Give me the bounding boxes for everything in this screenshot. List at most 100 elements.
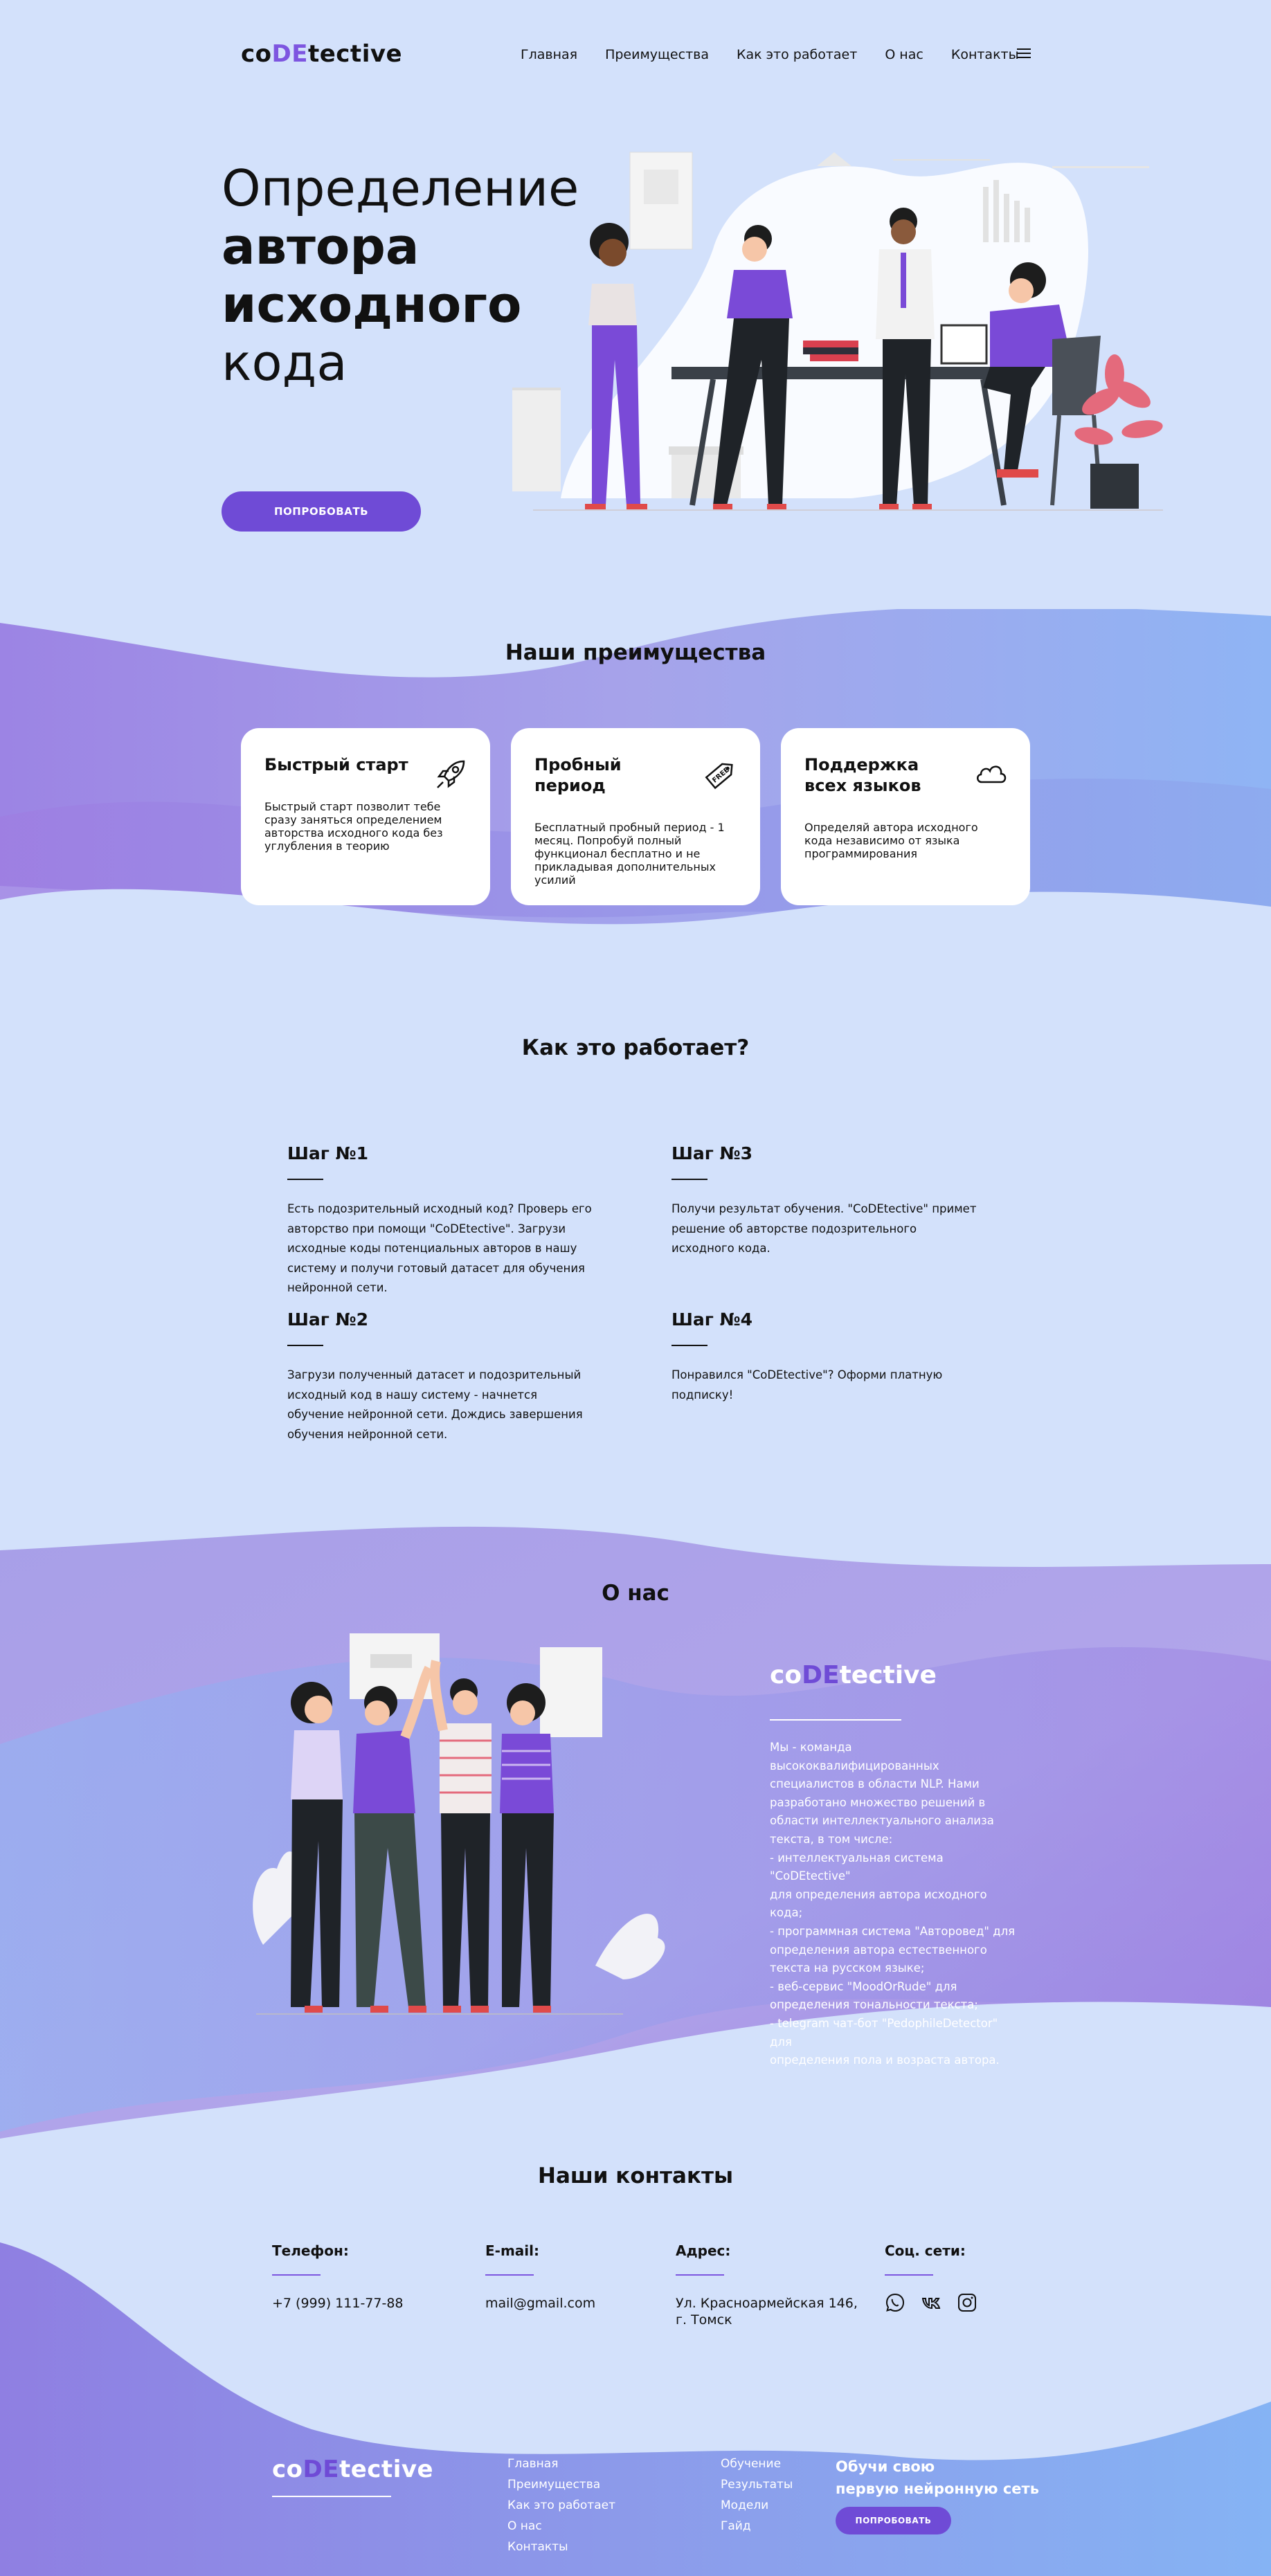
nav-link-about[interactable]: О нас — [885, 47, 923, 62]
cloud-icon — [977, 765, 1007, 783]
about-line: области интеллектуального анализа — [770, 1814, 994, 1828]
advantage-card-text: Бесплатный пробный период - 1 месяц. Поп… — [534, 821, 725, 887]
footer-link-advantages[interactable]: Преимущества — [507, 2474, 615, 2495]
about-line: для определения автора исходного кода; — [770, 1887, 987, 1920]
free-tag-icon: FREE — [705, 763, 733, 790]
footer-link-results[interactable]: Результаты — [721, 2474, 793, 2495]
about-divider — [770, 1719, 901, 1721]
footer-logo-divider — [272, 2496, 391, 2497]
logo-part-accent: DE — [802, 1661, 840, 1689]
step-block: Шаг №1 Есть подозрительный исходный код?… — [287, 1143, 595, 1298]
contact-divider — [885, 2274, 933, 2276]
logo-part: co — [241, 40, 272, 68]
whatsapp-icon[interactable] — [885, 2292, 905, 2313]
how-it-works-title: Как это работает? — [521, 1035, 750, 1060]
contact-divider — [676, 2274, 724, 2276]
nav-link-contacts[interactable]: Контакты — [951, 47, 1019, 62]
advantages-title: Наши преимущества — [505, 640, 766, 665]
main-nav: Главная Преимущества Как это работает О … — [521, 47, 1019, 62]
advantage-card: Поддержка всех языков Определяй автора и… — [781, 728, 1030, 905]
footer-cta-text: Обучи свою первую нейронную сеть — [836, 2456, 1039, 2500]
about-line: текста на русском языке; — [770, 1961, 925, 1975]
hero-try-button[interactable]: ПОПРОБОВАТЬ — [222, 491, 421, 532]
step-divider — [671, 1179, 707, 1180]
logo-part: tective — [307, 40, 403, 68]
step-title: Шаг №3 — [671, 1143, 752, 1163]
advantage-card-title: Поддержка всех языков — [804, 755, 921, 795]
rocket-icon — [437, 760, 465, 788]
instagram-icon[interactable] — [957, 2292, 977, 2313]
nav-link-how-it-works[interactable]: Как это работает — [737, 47, 857, 62]
contacts-title: Наши контакты — [538, 2164, 733, 2188]
logo-part-accent: DE — [271, 40, 308, 68]
step-text: Загрузи полученный датасет и подозритель… — [287, 1368, 583, 1441]
advantage-card-text: Определяй автора исходного кода независи… — [804, 821, 978, 860]
svg-text:FREE: FREE — [711, 766, 731, 785]
contact-label: Адрес: — [676, 2242, 731, 2259]
advantage-card-title: Быстрый старт — [264, 755, 408, 774]
contact-divider — [485, 2274, 534, 2276]
hero-team-illustration — [512, 152, 1163, 511]
logo-part: co — [272, 2456, 303, 2483]
step-block: Шаг №2 Загрузи полученный датасет и подо… — [287, 1309, 595, 1444]
about-team-illustration — [253, 1633, 665, 2015]
about-line: текста, в том числе: — [770, 1832, 893, 1846]
step-block: Шаг №3 Получи результат обучения. "CoDEt… — [671, 1143, 980, 1259]
about-line: разработано множество решений в — [770, 1795, 986, 1809]
footer-logo[interactable]: coDEtective — [272, 2456, 433, 2483]
step-text: Понравился "CoDEtective"? Оформи платную… — [671, 1368, 943, 1402]
about-line: определения автора естественного — [770, 1943, 987, 1957]
about-line: - программная система "Авторовед" для — [770, 1924, 1016, 1938]
menu-burger-icon[interactable] — [1017, 48, 1031, 58]
step-text: Получи результат обучения. "CoDEtective"… — [671, 1202, 977, 1255]
advantage-card-title: Пробный период — [534, 755, 622, 795]
site-logo[interactable]: coDEtective — [241, 40, 402, 68]
footer-wave-bg — [0, 2242, 1271, 2576]
footer-cta-line: Обучи свою — [836, 2458, 935, 2475]
step-divider — [671, 1345, 707, 1346]
footer-cta-line: первую нейронную сеть — [836, 2480, 1039, 2497]
footer-try-button[interactable]: ПОПРОБОВАТЬ — [836, 2507, 951, 2534]
contact-label: Соц. сети: — [885, 2242, 966, 2259]
footer-nav-col1: Главная Преимущества Как это работает О … — [507, 2453, 615, 2557]
step-divider — [287, 1179, 323, 1180]
advantage-card: Пробный период FREE Бесплатный пробный п… — [511, 728, 760, 905]
footer-link-contacts[interactable]: Контакты — [507, 2537, 615, 2557]
footer-link-how-it-works[interactable]: Как это работает — [507, 2495, 615, 2516]
email-link[interactable]: mail@gmail.com — [485, 2295, 595, 2312]
address-line: Ул. Красноармейская 146, — [676, 2296, 858, 2311]
about-line: Мы - команда высококвалифицированных — [770, 1741, 939, 1772]
logo-part: tective — [339, 2456, 434, 2483]
nav-link-home[interactable]: Главная — [521, 47, 577, 62]
about-line: определения тональности текста; — [770, 1998, 978, 2012]
about-line: - интеллектуальная система "CoDEtective" — [770, 1851, 944, 1883]
footer-link-training[interactable]: Обучение — [721, 2453, 793, 2474]
advantage-card-text: Быстрый старт позволит тебе сразу занять… — [264, 800, 443, 853]
about-text: Мы - команда высококвалифицированных спе… — [770, 1739, 1022, 2070]
about-line: - telegram чат-бот "PedophileDetector" д… — [770, 2016, 998, 2049]
contact-phone: Телефон: +7 (999) 111-77-88 — [272, 2242, 404, 2312]
nav-link-advantages[interactable]: Преимущества — [605, 47, 709, 62]
footer-link-home[interactable]: Главная — [507, 2453, 615, 2474]
contact-email: E-mail: mail@gmail.com — [485, 2242, 595, 2312]
about-title: О нас — [602, 1581, 669, 1606]
step-block: Шаг №4 Понравился "CoDEtective"? Оформи … — [671, 1309, 980, 1405]
address-line: г. Томск — [676, 2312, 732, 2328]
footer-nav-col2: Обучение Результаты Модели Гайд — [721, 2453, 793, 2537]
about-line: определения пола и возраста автора. — [770, 2053, 1000, 2067]
step-title: Шаг №1 — [287, 1143, 368, 1163]
vk-icon[interactable] — [921, 2292, 941, 2313]
step-divider — [287, 1345, 323, 1346]
about-logo: coDEtective — [770, 1661, 937, 1689]
logo-part: tective — [839, 1661, 937, 1689]
step-text: Есть подозрительный исходный код? Провер… — [287, 1202, 592, 1294]
footer-link-guide[interactable]: Гайд — [721, 2516, 793, 2537]
about-line: - веб-сервис "MoodOrRude" для — [770, 1979, 957, 1993]
step-title: Шаг №2 — [287, 1309, 368, 1330]
contact-divider — [272, 2274, 321, 2276]
logo-part-accent: DE — [303, 2456, 339, 2483]
advantage-card: Быстрый старт Быстрый старт позволит теб… — [241, 728, 490, 905]
footer-link-models[interactable]: Модели — [721, 2495, 793, 2516]
phone-link[interactable]: +7 (999) 111-77-88 — [272, 2295, 404, 2312]
footer-link-about[interactable]: О нас — [507, 2516, 615, 2537]
